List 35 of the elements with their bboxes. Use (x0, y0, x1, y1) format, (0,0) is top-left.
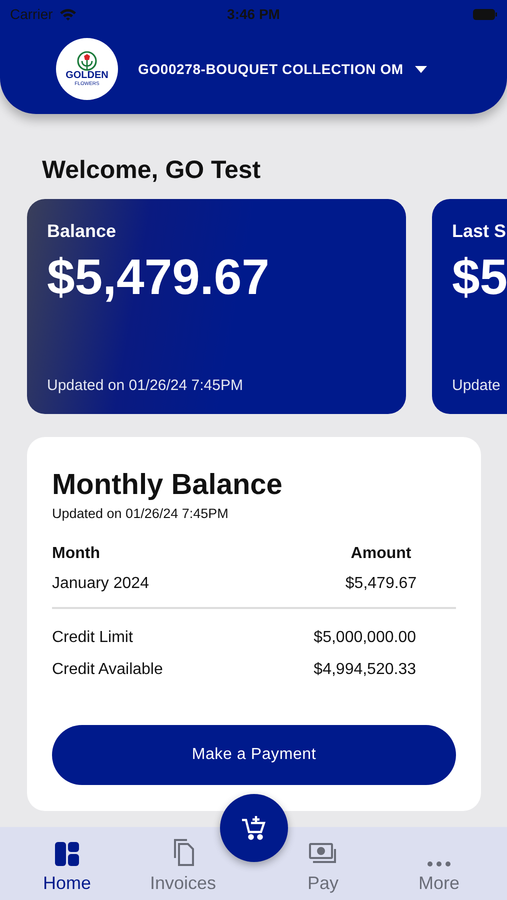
summary-card[interactable]: Last S $5 Update (432, 199, 507, 414)
welcome-heading: Welcome, GO Test (41, 155, 262, 185)
card-updated: Update (452, 377, 502, 394)
tab[interactable]: Pay (307, 827, 339, 900)
more-icon (426, 861, 451, 867)
month-cell-text: January 2024 (52, 575, 150, 593)
wifi-icon (58, 8, 77, 20)
carrier-label: Carrier (10, 6, 53, 22)
credit-label: Credit Limit (52, 629, 134, 647)
tab[interactable]: More (418, 827, 460, 900)
clock-time: 3:46 PM (227, 6, 280, 22)
amount-cell-text: $5,479.67 (344, 575, 418, 593)
card-amount: $5 (452, 248, 507, 306)
flower-icon (76, 51, 98, 71)
card-updated: Updated on 01/26/24 7:45PM (47, 377, 244, 394)
column-header: Month (52, 545, 101, 563)
tab[interactable]: Invoices (150, 827, 216, 900)
column-header: Amount (350, 545, 412, 563)
make-payment-button[interactable]: Make a Payment (52, 725, 456, 785)
summary-card[interactable]: Balance $5,479.67 Updated on 01/26/24 7:45PM (27, 199, 406, 414)
updated-text: Updated on 01/26/24 7:45PM (52, 506, 230, 521)
grid-icon (54, 841, 80, 867)
tab[interactable]: Home (42, 827, 91, 900)
account-selector[interactable]: GO00278-BOUQUET COLLECTION OM (138, 61, 428, 77)
credit-value: $5,000,000.00 (314, 629, 416, 647)
credit-value: $4,994,520.33 (314, 661, 416, 679)
card-title: Balance (47, 221, 118, 242)
logo-name: GOLDEN (66, 71, 108, 81)
caret-icon (415, 66, 428, 72)
battery-icon (473, 8, 497, 20)
credit-label: Credit Available (52, 661, 164, 679)
card-amount: $5,479.67 (47, 248, 270, 306)
card-title: Last S (452, 221, 507, 242)
cart-plus-icon (241, 815, 267, 841)
card-heading: Monthly Balance (52, 469, 284, 502)
